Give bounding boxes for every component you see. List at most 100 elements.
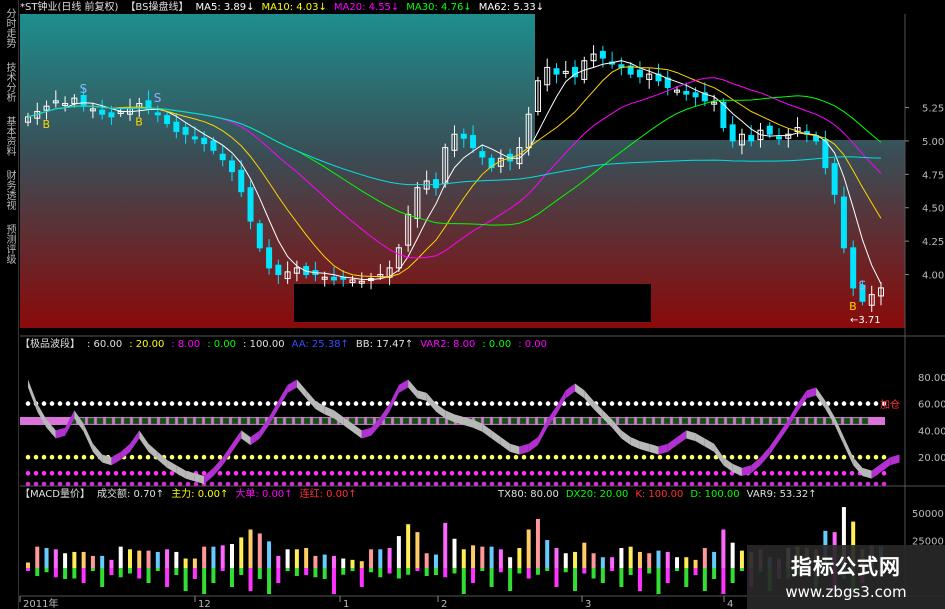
osc-ribbon-segment [881, 457, 891, 472]
volume-neg-bar [202, 568, 207, 594]
osc-level-dot [489, 401, 495, 406]
volume-neg-bar [517, 568, 522, 574]
volume-bar [563, 553, 568, 568]
osc-level-dot [41, 481, 47, 487]
volume-bar [350, 559, 355, 568]
vol-header-item-3: 大单: 0.00↑ [235, 489, 293, 500]
osc-level-dot [481, 401, 487, 406]
osc-level-dot [873, 401, 879, 406]
osc-band-cell [177, 417, 185, 425]
osc-axis-tick: 60.00 [918, 400, 945, 411]
osc-level-dot [505, 481, 511, 487]
osc-level-dot [545, 401, 551, 406]
osc-band-cell [132, 417, 140, 425]
volume-bar [702, 547, 707, 568]
osc-level-dot [673, 454, 679, 460]
osc-level-dot [393, 470, 399, 476]
volume-neg-bar [387, 568, 392, 574]
osc-level-dot [281, 481, 287, 487]
osc-band-cell [627, 417, 635, 425]
osc-level-dot [409, 401, 415, 406]
candle-body [173, 121, 180, 133]
volume-neg-bar [684, 568, 689, 587]
osc-level-dot [489, 454, 495, 460]
osc-level-dot [513, 401, 519, 406]
volume-bar [675, 557, 680, 568]
osc-band-cell [366, 417, 374, 425]
osc-ribbon-segment [602, 410, 613, 428]
osc-band-cell [96, 417, 104, 425]
candle-body [840, 196, 847, 249]
volume-bar [257, 533, 262, 568]
osc-band-cell [123, 417, 131, 425]
osc-level-dot [881, 454, 887, 460]
osc-level-dot [665, 481, 671, 487]
kd-indicator-header: TX80: 80.00 DX20: 20.00 K: 100.00 D: 100.00… [498, 488, 824, 502]
osc-ribbon-segment [398, 379, 409, 393]
volume-bar [684, 557, 689, 568]
osc-level-dot [521, 481, 527, 487]
volume-bar [628, 546, 633, 568]
osc-level-dot [33, 454, 39, 460]
candle-body [729, 124, 736, 142]
osc-band-cell [663, 417, 671, 425]
osc-band-cell [231, 417, 239, 425]
osc-ribbon-segment [667, 437, 678, 452]
volume-bar [109, 559, 114, 568]
volume-neg-bar [90, 568, 95, 571]
osc-ribbon-segment [491, 430, 501, 446]
osc-level-dot [681, 470, 687, 476]
volume-neg-bar [341, 568, 346, 575]
osc-level-dot [297, 454, 303, 460]
osc-level-dot [473, 401, 479, 406]
osc-band-cell [681, 417, 689, 425]
volume-neg-bar [433, 568, 438, 575]
osc-level-dot [673, 481, 679, 487]
volume-bar [202, 546, 207, 568]
osc-level-dot [41, 401, 47, 406]
osc-level-dot [545, 454, 551, 460]
osc-ribbon-segment [871, 463, 881, 479]
volume-neg-bar [675, 568, 680, 571]
candle-body [683, 90, 690, 95]
osc-level-dot [473, 470, 479, 476]
osc-level-dot [105, 481, 111, 487]
osc-level-dot [297, 401, 303, 406]
osc-level-dot [249, 470, 255, 476]
osc-ribbon-segment [658, 443, 668, 455]
osc-level-dot [617, 470, 623, 476]
osc-level-dot [681, 454, 687, 460]
osc-level-dot [81, 454, 87, 460]
osc-level-dot [697, 481, 703, 487]
osc-ribbon-segment [389, 384, 399, 412]
osc-level-dot [289, 401, 295, 406]
volume-bar [721, 529, 726, 568]
osc-band-cell [357, 417, 365, 425]
volume-bar [369, 549, 374, 568]
osc-level-dot [305, 454, 311, 460]
osc-level-dot [545, 470, 551, 476]
osc-band-cell [393, 417, 401, 425]
kd-header-item-0: TX80: 80.00 [498, 489, 559, 500]
stock-chart[interactable]: 5.255.004.754.504.254.00SSB BSB←3.7180.00… [0, 0, 945, 609]
osc-level-dot [625, 454, 631, 460]
osc-level-dot [113, 481, 119, 487]
osc-header-item-9: : 0.00 [482, 339, 512, 350]
osc-level-dot [649, 454, 655, 460]
osc-axis-tick: 80.00 [918, 373, 945, 384]
volume-bar [591, 553, 596, 568]
osc-level-dot [73, 454, 79, 460]
osc-tag-label: 加仓 [880, 398, 900, 411]
osc-ribbon-segment [185, 470, 195, 482]
osc-level-dot [841, 470, 847, 476]
osc-ribbon-segment [723, 457, 733, 472]
osc-level-dot [577, 470, 583, 476]
osc-level-dot [601, 470, 607, 476]
volume-neg-bar [220, 568, 225, 571]
osc-level-dot [201, 401, 207, 406]
osc-level-dot [609, 481, 615, 487]
osc-level-dot [177, 454, 183, 460]
volume-bar [693, 559, 698, 568]
volume-neg-bar [610, 568, 615, 571]
candle-body [154, 112, 161, 116]
